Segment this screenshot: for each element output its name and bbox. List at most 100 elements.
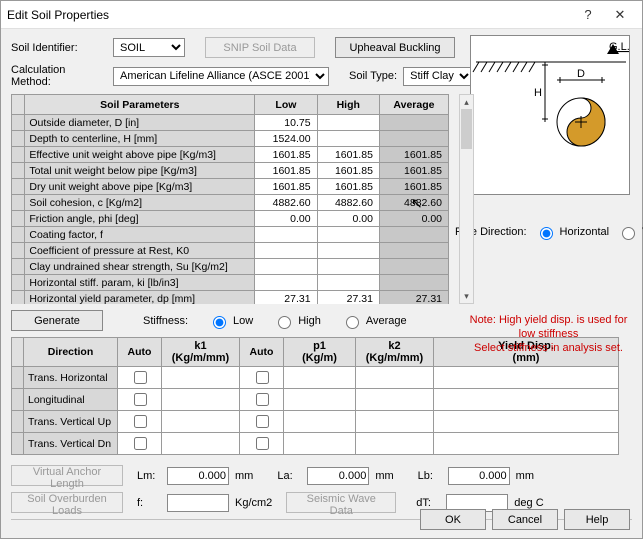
dir-k1[interactable] [162, 389, 240, 411]
label-soil-type: Soil Type: [349, 70, 397, 82]
dir-auto2-checkbox[interactable] [240, 411, 284, 433]
param-avg[interactable] [379, 259, 448, 275]
param-avg[interactable]: 1601.85 [379, 147, 448, 163]
radio-pipe-horizontal[interactable]: Horizontal [535, 224, 610, 240]
param-avg[interactable]: 0.00 [379, 211, 448, 227]
select-soil-type[interactable]: Stiff Clay [403, 67, 473, 86]
param-avg[interactable]: 1601.85 [379, 179, 448, 195]
upheaval-buckling-button[interactable]: Upheaval Buckling [335, 37, 455, 58]
params-scrollbar[interactable]: ▴ ▾ [459, 94, 474, 304]
dir-k1[interactable] [162, 411, 240, 433]
radio-stiffness-average[interactable]: Average [341, 313, 407, 329]
dir-k1[interactable] [162, 367, 240, 389]
dir-p1[interactable] [284, 433, 356, 455]
dir-yield[interactable] [434, 389, 619, 411]
param-high[interactable]: 1601.85 [317, 163, 379, 179]
cancel-button[interactable]: Cancel [492, 509, 558, 530]
ok-button[interactable]: OK [420, 509, 486, 530]
close-icon[interactable]: ✕ [604, 7, 636, 23]
soil-diagram: G.L. H D [470, 35, 630, 195]
param-low[interactable] [255, 259, 317, 275]
param-low[interactable]: 1601.85 [255, 163, 317, 179]
dir-k2[interactable] [356, 433, 434, 455]
dir-auto-checkbox[interactable] [118, 433, 162, 455]
param-low[interactable]: 4882.60 [255, 195, 317, 211]
param-avg[interactable]: 1601.85 [379, 163, 448, 179]
param-avg[interactable] [379, 227, 448, 243]
param-low[interactable]: 1524.00 [255, 131, 317, 147]
param-high[interactable] [317, 243, 379, 259]
param-high[interactable] [317, 275, 379, 291]
param-low[interactable] [255, 227, 317, 243]
dir-auto2-checkbox[interactable] [240, 367, 284, 389]
dir-auto-checkbox[interactable] [118, 411, 162, 433]
scroll-down-icon[interactable]: ▾ [460, 289, 473, 303]
radio-stiffness-low[interactable]: Low [208, 313, 253, 329]
table-row: Trans. Vertical Dn [12, 433, 619, 455]
dir-yield[interactable] [434, 367, 619, 389]
col-soil-parameters: Soil Parameters [25, 95, 255, 115]
table-row: Horizontal yield parameter, dp [mm]27.31… [12, 291, 449, 305]
param-avg[interactable] [379, 115, 448, 131]
param-high[interactable]: 1601.85 [317, 179, 379, 195]
input-f[interactable] [167, 494, 229, 512]
dir-p1[interactable] [284, 367, 356, 389]
param-avg[interactable] [379, 243, 448, 259]
param-low[interactable]: 0.00 [255, 211, 317, 227]
param-high[interactable]: 1601.85 [317, 147, 379, 163]
dir-k2[interactable] [356, 411, 434, 433]
dir-auto-checkbox[interactable] [118, 367, 162, 389]
param-high[interactable] [317, 131, 379, 147]
dir-name: Trans. Vertical Dn [24, 433, 118, 455]
param-avg[interactable] [379, 275, 448, 291]
diagram-h-label: H [534, 87, 542, 99]
param-avg[interactable]: 4882.60 [379, 195, 448, 211]
param-avg[interactable]: 27.31 [379, 291, 448, 305]
param-low[interactable]: 1601.85 [255, 147, 317, 163]
dir-auto2-checkbox[interactable] [240, 433, 284, 455]
table-row: Trans. Horizontal [12, 367, 619, 389]
dir-yield[interactable] [434, 411, 619, 433]
table-row: Effective unit weight above pipe [Kg/m3]… [12, 147, 449, 163]
param-high[interactable]: 0.00 [317, 211, 379, 227]
param-avg[interactable] [379, 131, 448, 147]
scroll-thumb[interactable] [461, 109, 472, 149]
dir-k2[interactable] [356, 367, 434, 389]
param-high[interactable] [317, 259, 379, 275]
dir-auto2-checkbox[interactable] [240, 389, 284, 411]
param-low[interactable]: 1601.85 [255, 179, 317, 195]
input-lb[interactable] [448, 467, 510, 485]
param-low[interactable] [255, 243, 317, 259]
dir-k2[interactable] [356, 389, 434, 411]
radio-stiffness-high[interactable]: High [273, 313, 321, 329]
input-lm[interactable] [167, 467, 229, 485]
select-soil-identifier[interactable]: SOIL [113, 38, 185, 57]
help-button[interactable]: Help [564, 509, 630, 530]
table-row: Longitudinal [12, 389, 619, 411]
param-high[interactable] [317, 115, 379, 131]
param-name: Effective unit weight above pipe [Kg/m3] [25, 147, 255, 163]
dir-p1[interactable] [284, 411, 356, 433]
param-name: Depth to centerline, H [mm] [25, 131, 255, 147]
dialog-edit-soil-properties: Edit Soil Properties ? ✕ Soil Identifier… [0, 0, 643, 539]
param-high[interactable]: 27.31 [317, 291, 379, 305]
col-auto: Auto [118, 338, 162, 367]
dir-auto-checkbox[interactable] [118, 389, 162, 411]
col-auto2: Auto [240, 338, 284, 367]
generate-button[interactable]: Generate [11, 310, 103, 331]
select-calc-method[interactable]: American Lifeline Alliance (ASCE 2001) [113, 67, 329, 86]
param-low[interactable]: 27.31 [255, 291, 317, 305]
param-low[interactable] [255, 275, 317, 291]
dir-k1[interactable] [162, 433, 240, 455]
scroll-up-icon[interactable]: ▴ [460, 95, 473, 109]
param-low[interactable]: 10.75 [255, 115, 317, 131]
param-high[interactable]: 4882.60 [317, 195, 379, 211]
dir-p1[interactable] [284, 389, 356, 411]
input-la[interactable] [307, 467, 369, 485]
col-k2: k2(Kg/m/mm) [356, 338, 434, 367]
help-icon[interactable]: ? [572, 7, 604, 22]
param-high[interactable] [317, 227, 379, 243]
dir-yield[interactable] [434, 433, 619, 455]
table-row: Total unit weight below pipe [Kg/m3]1601… [12, 163, 449, 179]
radio-pipe-vertical[interactable]: Vertical [617, 224, 643, 240]
